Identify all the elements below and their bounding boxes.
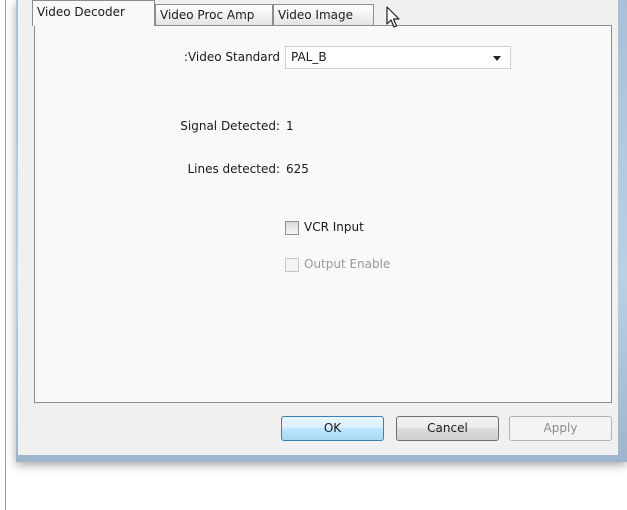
tab-video-proc-amp[interactable]: Video Proc Amp xyxy=(155,4,273,25)
output-enable-label[interactable]: Output Enable xyxy=(304,257,390,271)
chevron-down-icon[interactable] xyxy=(493,56,501,61)
mouse-pointer-icon xyxy=(386,6,400,28)
signal-detected-value: 1 xyxy=(286,119,294,133)
properties-window: Video Decoder Video Proc Amp Video Image… xyxy=(16,0,627,462)
output-enable-checkbox[interactable] xyxy=(285,258,299,272)
lines-detected-value: 625 xyxy=(286,162,309,176)
ok-button[interactable]: OK xyxy=(281,416,384,441)
dialog-body: Video Decoder Video Proc Amp Video Image… xyxy=(18,0,618,455)
vcr-input-label[interactable]: VCR Input xyxy=(304,220,364,234)
video-standard-value: PAL_B xyxy=(291,50,327,64)
signal-detected-label: Signal Detected: xyxy=(180,119,280,133)
apply-button[interactable]: Apply xyxy=(509,416,612,441)
video-standard-label: :Video Standard xyxy=(183,50,280,64)
cancel-button[interactable]: Cancel xyxy=(396,416,499,441)
vcr-input-checkbox[interactable] xyxy=(285,221,299,235)
lines-detected-label: Lines detected: xyxy=(187,162,280,176)
tab-video-decoder[interactable]: Video Decoder xyxy=(32,0,155,26)
tab-video-image[interactable]: Video Image xyxy=(273,4,374,25)
left-border-line xyxy=(5,0,6,510)
video-standard-dropdown[interactable]: PAL_B xyxy=(285,46,511,69)
video-decoder-panel: :Video Standard PAL_B Signal Detected: 1… xyxy=(34,25,612,403)
